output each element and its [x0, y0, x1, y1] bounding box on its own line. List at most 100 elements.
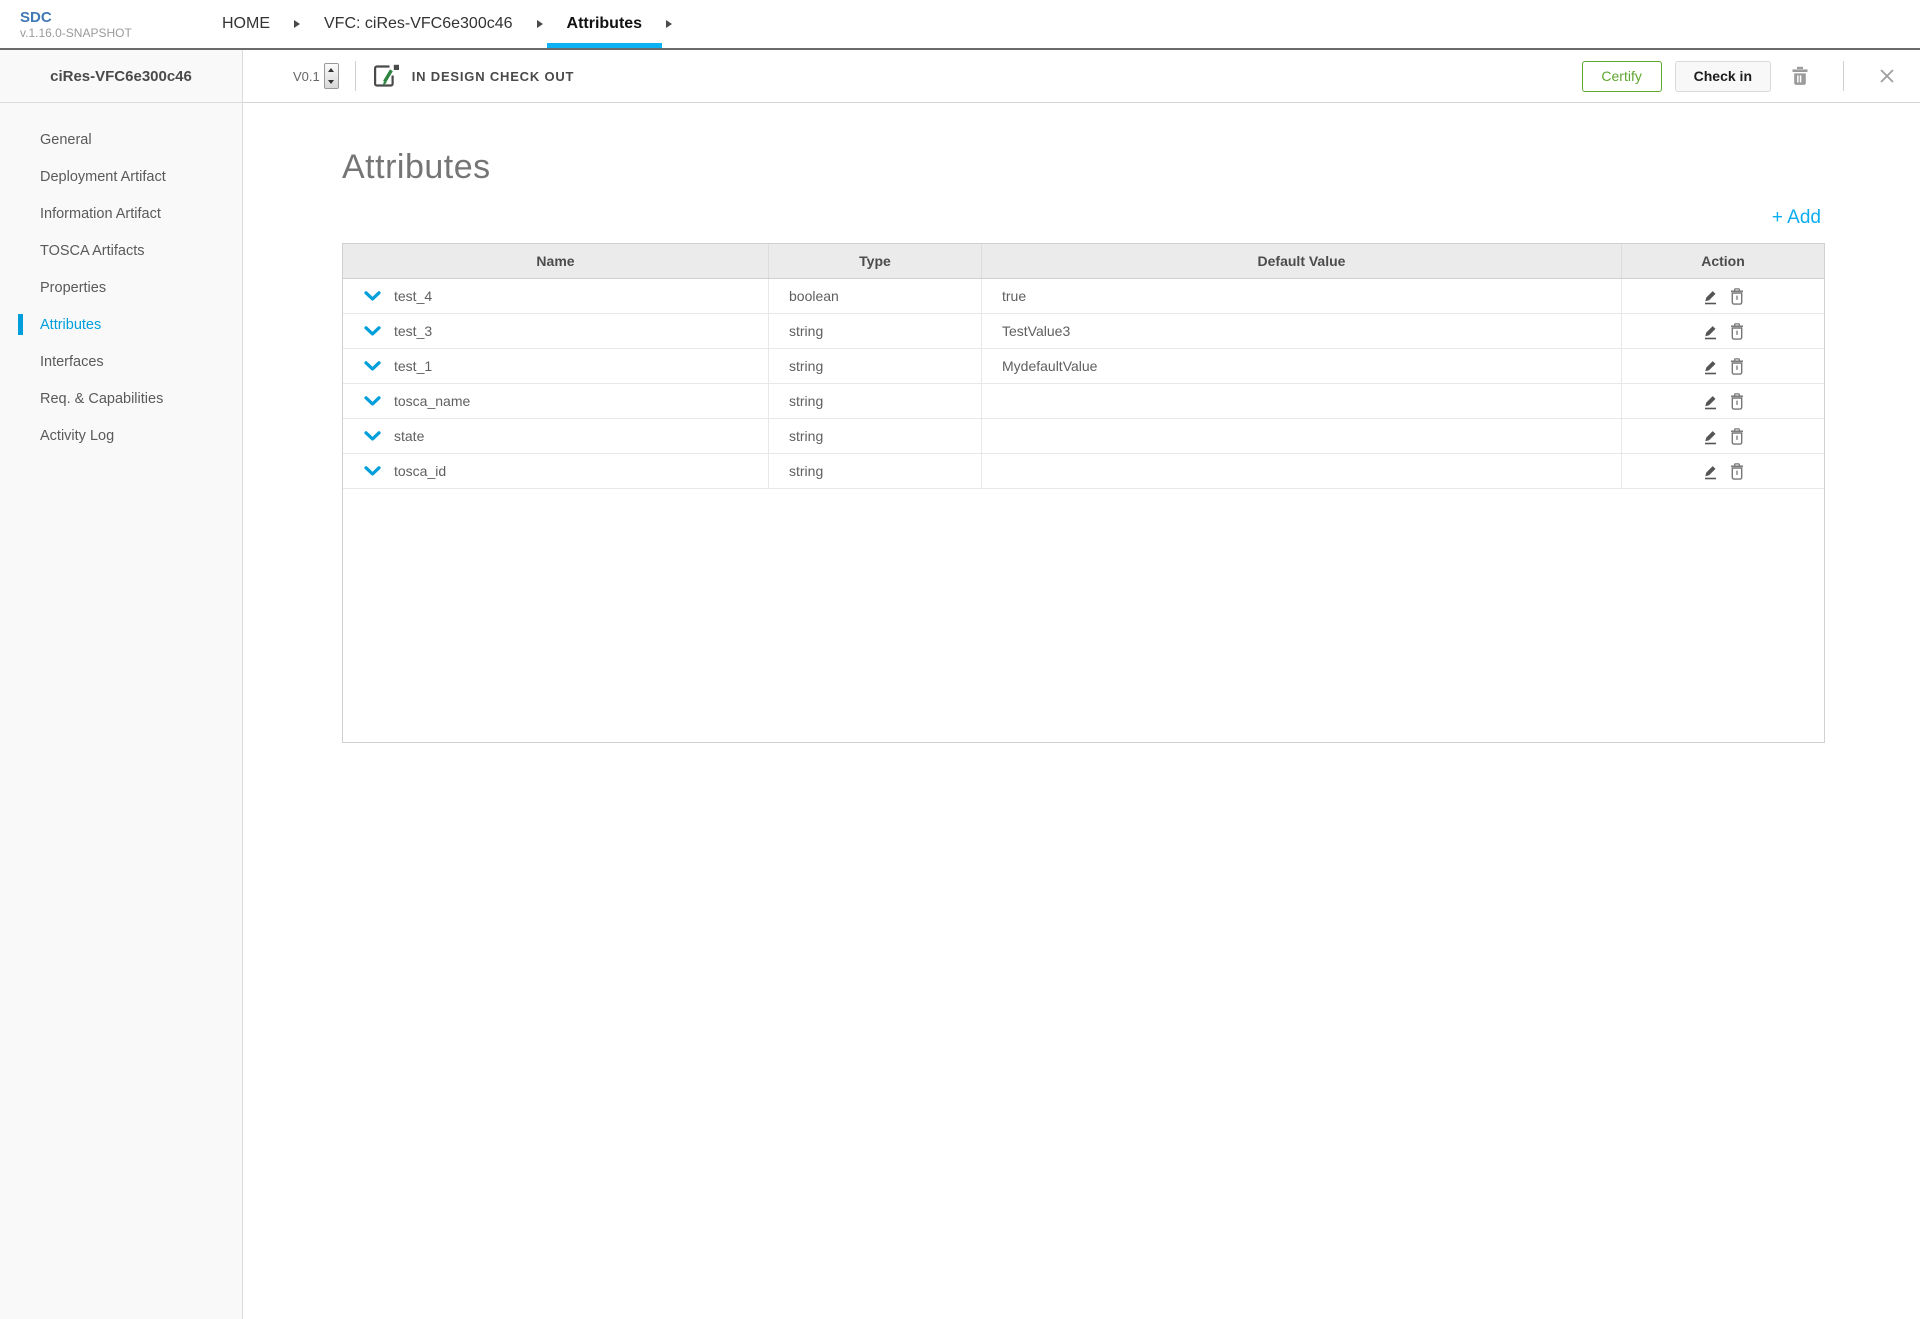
attribute-name-cell: tosca_id: [343, 454, 769, 488]
attribute-action-cell: [1622, 384, 1824, 418]
attribute-name: tosca_id: [394, 463, 446, 479]
edit-icon[interactable]: [1701, 462, 1720, 481]
breadcrumb-arrow-icon: [294, 20, 300, 28]
edit-icon[interactable]: [1701, 322, 1720, 341]
breadcrumb-arrow-icon: [666, 20, 672, 28]
chevron-down-icon[interactable]: [364, 466, 381, 477]
attribute-default-value-cell: TestValue3: [982, 314, 1622, 348]
table-row: tosca_name string: [343, 384, 1824, 419]
sidebar-item-activity-log[interactable]: Activity Log: [0, 417, 242, 454]
chevron-down-icon[interactable]: [364, 291, 381, 302]
sidebar-item-label: Interfaces: [40, 354, 104, 370]
add-attribute-button[interactable]: + Add: [1772, 207, 1825, 229]
certify-button[interactable]: Certify: [1582, 61, 1662, 92]
sidebar-item-label: Req. & Capabilities: [40, 391, 163, 407]
entity-name: ciRes-VFC6e300c46: [0, 50, 243, 103]
column-header-name: Name: [343, 244, 769, 278]
attributes-block: + Add Name Type Default Value Action tes…: [342, 203, 1825, 743]
attribute-type-cell: string: [769, 349, 982, 383]
sidebar-item-label: General: [40, 132, 92, 148]
sidebar-item-properties[interactable]: Properties: [0, 269, 242, 306]
sidebar-item-deployment-artifact[interactable]: Deployment Artifact: [0, 158, 242, 195]
column-header-default-value: Default Value: [982, 244, 1622, 278]
breadcrumb-vfc[interactable]: VFC: ciRes-VFC6e300c46: [304, 0, 533, 48]
sidebar-item-req-capabilities[interactable]: Req. & Capabilities: [0, 380, 242, 417]
sidebar-item-tosca-artifacts[interactable]: TOSCA Artifacts: [0, 232, 242, 269]
toolbar-actions: Certify Check in: [1582, 61, 1920, 92]
edit-icon[interactable]: [1701, 392, 1720, 411]
sidebar-item-label: Properties: [40, 280, 106, 296]
edit-icon[interactable]: [1701, 427, 1720, 446]
spinner-down-icon[interactable]: [328, 80, 334, 84]
breadcrumb-home[interactable]: HOME: [202, 0, 290, 48]
attribute-type-cell: string: [769, 454, 982, 488]
sidebar-item-label: TOSCA Artifacts: [40, 243, 145, 259]
edit-icon[interactable]: [1701, 357, 1720, 376]
check-in-button[interactable]: Check in: [1675, 61, 1771, 92]
active-indicator: [18, 314, 23, 335]
attribute-action-cell: [1622, 349, 1824, 383]
attribute-type-cell: string: [769, 419, 982, 453]
table-row: tosca_id string: [343, 454, 1824, 489]
page-title: Attributes: [342, 145, 1920, 189]
app-version: v.1.16.0-SNAPSHOT: [20, 26, 160, 40]
chevron-down-icon[interactable]: [364, 361, 381, 372]
attribute-type-cell: string: [769, 314, 982, 348]
sidebar-item-information-artifact[interactable]: Information Artifact: [0, 195, 242, 232]
delete-icon[interactable]: [1729, 322, 1745, 341]
sidebar-item-label: Deployment Artifact: [40, 169, 166, 185]
attribute-name-cell: test_4: [343, 279, 769, 313]
attribute-action-cell: [1622, 454, 1824, 488]
attribute-default-value-cell: true: [982, 279, 1622, 313]
toolbar: V0.1 IN DESIGN CHECK OUT Certify Check i…: [243, 50, 1920, 103]
sidebar-item-label: Attributes: [40, 317, 101, 333]
delete-icon[interactable]: [1729, 427, 1745, 446]
content-row: General Deployment Artifact Information …: [0, 103, 1920, 1319]
attribute-action-cell: [1622, 419, 1824, 453]
attribute-name: state: [394, 428, 424, 444]
version-selector[interactable]: [324, 63, 339, 89]
sidebar-item-general[interactable]: General: [0, 121, 242, 158]
delete-icon[interactable]: [1729, 357, 1745, 376]
column-header-action: Action: [1622, 244, 1824, 278]
attributes-table-body: test_4 boolean true: [343, 279, 1824, 489]
sidebar-item-attributes[interactable]: Attributes: [0, 306, 242, 343]
table-row: state string: [343, 419, 1824, 454]
attribute-name: test_1: [394, 358, 432, 374]
attribute-name-cell: tosca_name: [343, 384, 769, 418]
checkout-icon: [372, 63, 402, 89]
attribute-action-cell: [1622, 279, 1824, 313]
app-logo-title: SDC: [20, 9, 160, 26]
sidebar: General Deployment Artifact Information …: [0, 103, 243, 1319]
attribute-action-cell: [1622, 314, 1824, 348]
attribute-type-cell: boolean: [769, 279, 982, 313]
version-value: V0.1: [293, 69, 320, 84]
table-header-row: Name Type Default Value Action: [343, 244, 1824, 279]
breadcrumb-attributes[interactable]: Attributes: [547, 0, 663, 48]
sidebar-item-label: Information Artifact: [40, 206, 161, 222]
attribute-name-cell: test_1: [343, 349, 769, 383]
close-icon[interactable]: [1878, 67, 1896, 85]
chevron-down-icon[interactable]: [364, 326, 381, 337]
delete-icon[interactable]: [1729, 462, 1745, 481]
attribute-name: test_4: [394, 288, 432, 304]
attributes-table: Name Type Default Value Action test_4 bo…: [342, 243, 1825, 743]
delete-component-icon[interactable]: [1791, 66, 1809, 86]
delete-icon[interactable]: [1729, 287, 1745, 306]
edit-icon[interactable]: [1701, 287, 1720, 306]
attribute-name: test_3: [394, 323, 432, 339]
table-row: test_3 string TestValue3: [343, 314, 1824, 349]
sidebar-item-interfaces[interactable]: Interfaces: [0, 343, 242, 380]
chevron-down-icon[interactable]: [364, 396, 381, 407]
delete-icon[interactable]: [1729, 392, 1745, 411]
lifecycle-state-label: IN DESIGN CHECK OUT: [412, 69, 575, 84]
table-row: test_1 string MydefaultValue: [343, 349, 1824, 384]
attribute-type-cell: string: [769, 384, 982, 418]
attribute-name: tosca_name: [394, 393, 470, 409]
chevron-down-icon[interactable]: [364, 431, 381, 442]
attribute-default-value-cell: [982, 419, 1622, 453]
main-content: Attributes + Add Name Type Default Value…: [243, 103, 1920, 1319]
attribute-default-value-cell: [982, 454, 1622, 488]
toolbar-band: ciRes-VFC6e300c46 V0.1 IN DESIGN CHECK O…: [0, 50, 1920, 103]
spinner-up-icon[interactable]: [328, 68, 334, 72]
